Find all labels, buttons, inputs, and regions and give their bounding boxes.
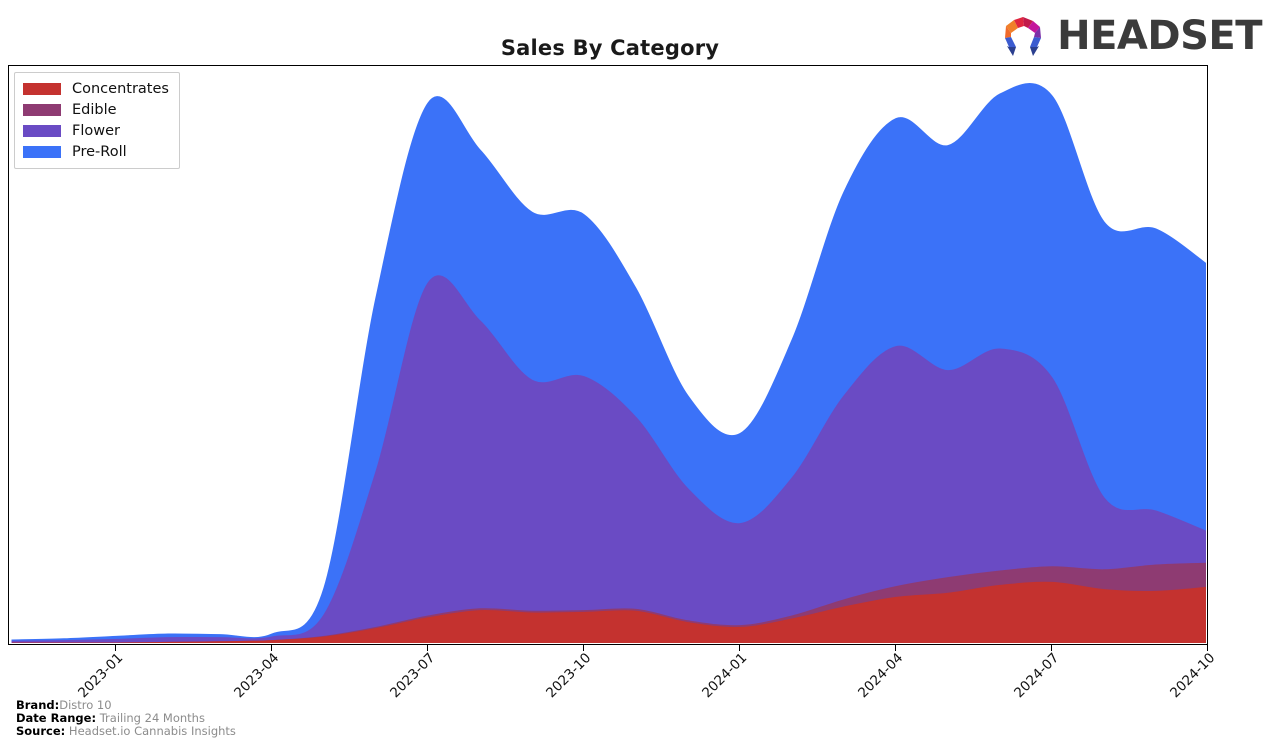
headset-hexagon-logo-icon [1005,17,1042,56]
legend-item-preroll[interactable]: Pre-Roll [23,142,169,162]
footer-date-range-value: Trailing 24 Months [99,711,205,726]
x-tick-label: 2024-01 [699,650,751,702]
legend-swatch-preroll [23,146,61,158]
footer-source-value: Headset.io Cannabis Insights [68,724,236,739]
chart-legend: Concentrates Edible Flower Pre-Roll [14,72,180,169]
headset-logo: HEADSET [995,12,1262,60]
legend-swatch-flower [23,125,61,137]
legend-label-concentrates: Concentrates [72,81,169,97]
x-tick-label: 2024-04 [855,650,907,702]
legend-item-edible[interactable]: Edible [23,100,169,120]
x-tick-label: 2023-04 [231,650,283,702]
plot-area [8,65,1208,645]
x-tick-label: 2023-07 [387,650,439,702]
footer-source: Source: Headset.io Cannabis Insights [16,725,236,738]
footer-brand-label: Brand: [16,698,60,712]
footer-source-label: Source: [16,724,66,739]
legend-label-flower: Flower [72,123,120,139]
x-tick-label: 2024-10 [1167,650,1219,702]
footer-meta: Brand:Distro 10 Date Range: Trailing 24 … [16,698,236,739]
legend-label-edible: Edible [72,102,117,118]
chart-container: Sales By Category HEADSET Concentrates E… [0,0,1276,746]
legend-item-flower[interactable]: Flower [23,121,169,141]
legend-swatch-edible [23,104,61,116]
legend-label-preroll: Pre-Roll [72,144,127,160]
stacked-area-svg [11,83,1206,643]
logo-wordmark: HEADSET [1057,13,1262,59]
legend-item-concentrates[interactable]: Concentrates [23,79,169,99]
legend-swatch-concentrates [23,83,61,95]
x-tick-label: 2023-10 [543,650,595,702]
x-tick-label: 2023-01 [75,650,127,702]
footer-brand-value: Distro 10 [59,698,112,712]
x-tick-label: 2024-07 [1011,650,1063,702]
footer-date-range-label: Date Range: [16,711,97,726]
